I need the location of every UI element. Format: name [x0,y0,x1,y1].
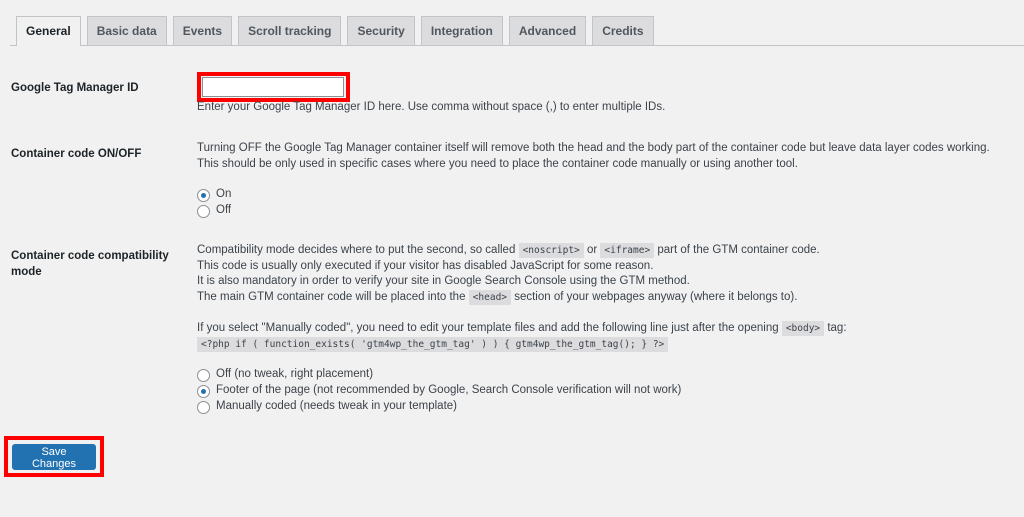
text: tag: [827,321,847,334]
compat-radio-off[interactable]: Off (no tweak, right placement) [197,367,681,383]
code-body: <body> [781,320,825,336]
radio-icon [197,400,210,414]
radio-label: Off (no tweak, right placement) [216,368,374,381]
text: It is also mandatory in order to verify … [197,275,690,288]
radio-label: Manually coded (needs tweak in your temp… [216,400,457,413]
tab-bar: General Basic data Events Scroll trackin… [10,16,1024,46]
php-code-snippet: <?php if ( function_exists( 'gtm4wp_the_… [197,336,669,352]
tab-integration[interactable]: Integration [420,16,503,45]
gtm-id-help: Enter your Google Tag Manager ID here. U… [197,101,666,113]
tab-advanced[interactable]: Advanced [508,16,587,45]
tab-credits[interactable]: Credits [592,16,654,45]
tab-events[interactable]: Events [172,16,233,45]
tab-security[interactable]: Security [347,16,415,45]
container-label: Container code ON/OFF [11,148,142,160]
gtm-id-label: Google Tag Manager ID [11,82,139,94]
tab-basic-data[interactable]: Basic data [86,16,167,45]
compat-description: Compatibility mode decides where to put … [197,243,847,352]
radio-checked-icon [197,384,210,398]
radio-label: Footer of the page (not recommended by G… [216,384,682,397]
radio-label: Off [216,204,232,217]
container-radio-off[interactable]: Off [197,203,231,219]
container-desc-1: Turning OFF the Google Tag Manager conta… [197,142,990,154]
radio-icon [197,368,210,382]
code-noscript: <noscript> [518,243,584,258]
code-head: <head> [468,290,512,306]
text: section of your webpages anyway (where i… [514,291,798,304]
text: part of the GTM container code. [657,244,820,256]
container-radio-on[interactable]: On [197,187,231,203]
text: The main GTM container code will be plac… [197,291,466,304]
save-changes-button[interactable]: Save Changes [12,444,96,470]
code-iframe: <iframe> [600,243,655,258]
radio-icon [197,204,210,218]
radio-label: On [216,188,232,201]
compat-radio-footer[interactable]: Footer of the page (not recommended by G… [197,383,681,399]
compat-radio-manual[interactable]: Manually coded (needs tweak in your temp… [197,399,681,415]
text: This code is usually only executed if yo… [197,259,654,272]
tab-general[interactable]: General [16,16,81,46]
tab-scroll-tracking[interactable]: Scroll tracking [238,16,342,45]
text: or [586,244,598,256]
text: If you select "Manually coded", you need… [197,321,779,334]
text: Compatibility mode decides where to put … [197,244,516,256]
compat-label: Container code compatibility mode [11,250,169,278]
radio-checked-icon [197,188,210,202]
container-desc-2: This should be only used in specific cas… [197,157,798,170]
gtm-id-input[interactable] [202,77,344,97]
